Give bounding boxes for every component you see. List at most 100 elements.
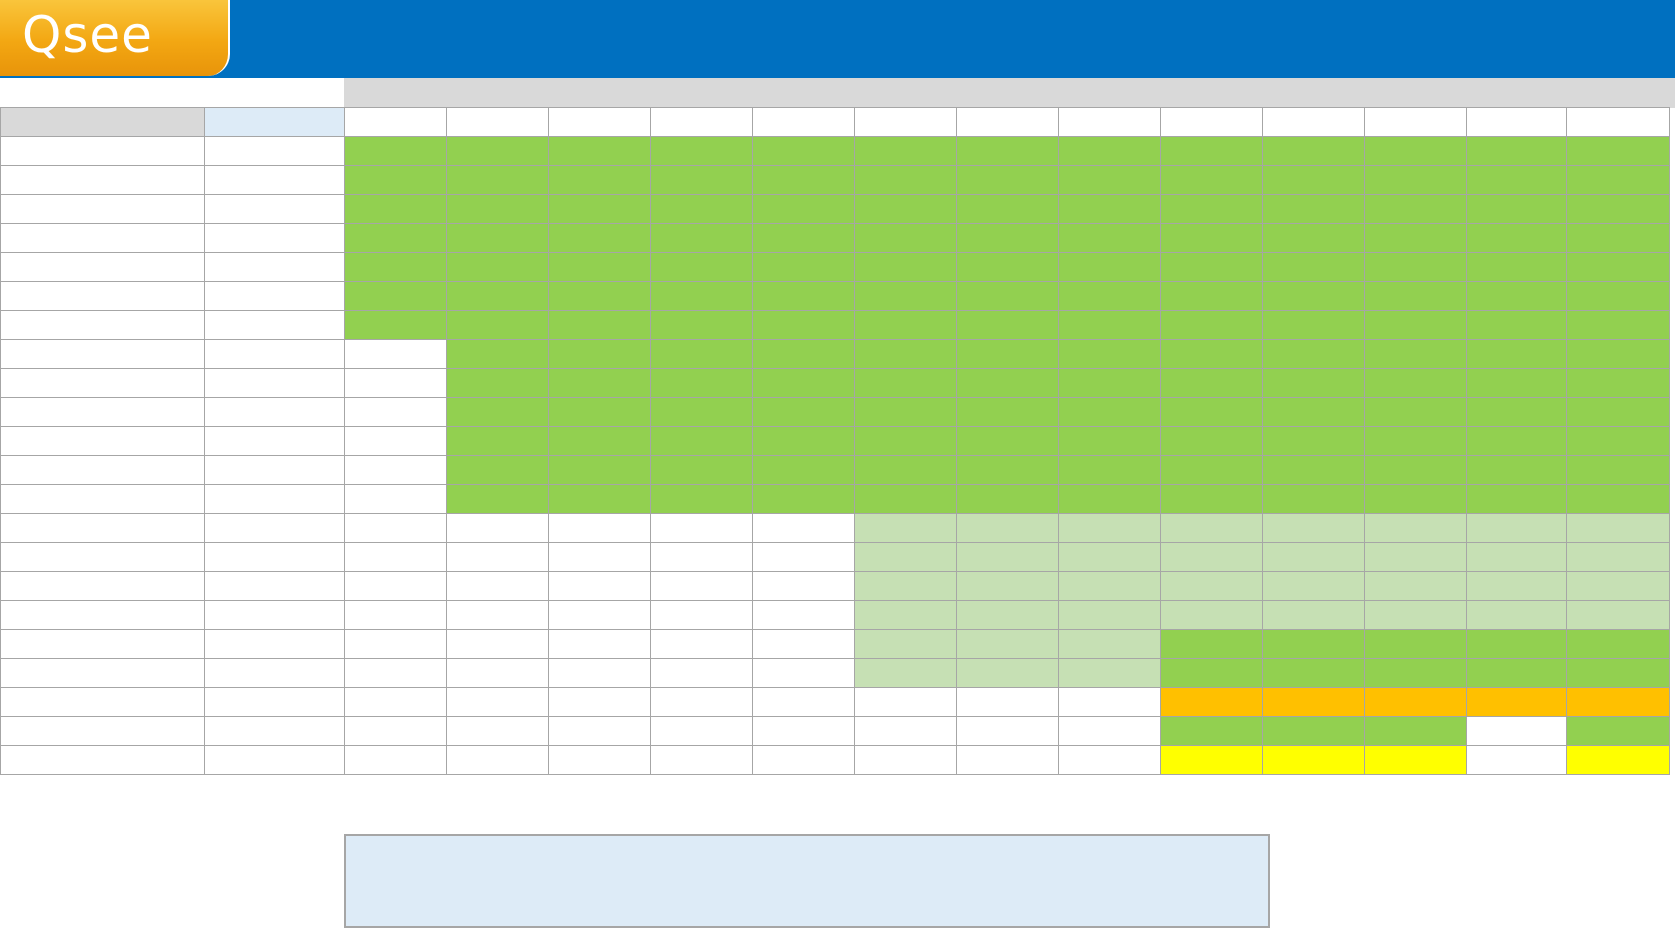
table-row — [0, 484, 1670, 514]
grid-cell — [446, 339, 549, 369]
table-row — [0, 339, 1670, 369]
grid-cell — [650, 136, 753, 166]
grid-cell — [204, 600, 345, 630]
grid-cell — [1466, 716, 1567, 746]
grid-cell — [1364, 223, 1467, 253]
grid-cell — [204, 252, 345, 282]
grid-cell — [650, 600, 753, 630]
grid-cell — [446, 310, 549, 340]
grid-cell — [1466, 223, 1567, 253]
grid-cell — [1058, 658, 1161, 688]
grid-cell — [204, 716, 345, 746]
grid-cell — [446, 397, 549, 427]
grid-cell — [1262, 223, 1365, 253]
grid-cell — [446, 687, 549, 717]
grid-cell — [1160, 107, 1263, 137]
grid-cell — [1262, 136, 1365, 166]
compatibility-grid — [0, 107, 1670, 775]
table-row — [0, 571, 1670, 601]
grid-cell — [1364, 629, 1467, 659]
grid-cell — [752, 107, 855, 137]
grid-cell — [344, 658, 447, 688]
grid-cell — [650, 745, 753, 775]
grid-cell — [1364, 745, 1467, 775]
grid-cell — [548, 745, 651, 775]
grid-cell — [1058, 426, 1161, 456]
grid-cell — [1160, 542, 1263, 572]
table-row — [0, 107, 1670, 137]
grid-cell — [854, 194, 957, 224]
grid-cell — [854, 542, 957, 572]
grid-cell — [1566, 223, 1670, 253]
grid-cell — [344, 745, 447, 775]
grid-cell — [1160, 658, 1263, 688]
table-row — [0, 165, 1670, 195]
grid-cell — [752, 484, 855, 514]
grid-cell — [548, 310, 651, 340]
grid-cell — [1364, 658, 1467, 688]
grid-cell — [1566, 136, 1670, 166]
grid-cell — [344, 339, 447, 369]
grid-cell — [1160, 455, 1263, 485]
grid-cell — [854, 513, 957, 543]
grid-cell — [1160, 484, 1263, 514]
grid-cell — [1160, 339, 1263, 369]
grid-cell — [1466, 455, 1567, 485]
table-row — [0, 629, 1670, 659]
grid-cell — [204, 165, 345, 195]
grid-cell — [956, 426, 1059, 456]
grid-cell — [1364, 397, 1467, 427]
grid-cell — [0, 542, 205, 572]
grid-cell — [446, 484, 549, 514]
grid-cell — [0, 223, 205, 253]
grid-cell — [854, 339, 957, 369]
grid-cell — [344, 136, 447, 166]
grid-cell — [752, 339, 855, 369]
grid-cell — [548, 426, 651, 456]
grid-cell — [1160, 629, 1263, 659]
grid-cell — [344, 716, 447, 746]
grid-cell — [1364, 368, 1467, 398]
grid-cell — [446, 658, 549, 688]
grid-cell — [854, 107, 957, 137]
grid-cell — [1058, 136, 1161, 166]
grid-cell — [956, 600, 1059, 630]
grid-cell — [204, 687, 345, 717]
grid-cell — [344, 368, 447, 398]
grid-cell — [1466, 745, 1567, 775]
grid-cell — [204, 513, 345, 543]
grid-cell — [446, 716, 549, 746]
grid-cell — [1466, 629, 1567, 659]
grid-cell — [752, 397, 855, 427]
grid-cell — [0, 368, 205, 398]
grid-cell — [1262, 571, 1365, 601]
grid-cell — [650, 252, 753, 282]
grid-cell — [1364, 136, 1467, 166]
grid-cell — [204, 310, 345, 340]
grid-cell — [1262, 513, 1365, 543]
grid-cell — [1466, 310, 1567, 340]
grid-cell — [204, 629, 345, 659]
grid-cell — [1566, 194, 1670, 224]
grid-cell — [650, 310, 753, 340]
grid-cell — [752, 571, 855, 601]
grid-cell — [650, 513, 753, 543]
grid-cell — [446, 368, 549, 398]
grid-cell — [1364, 310, 1467, 340]
grid-cell — [548, 223, 651, 253]
grid-cell — [956, 252, 1059, 282]
grid-cell — [446, 426, 549, 456]
grid-cell — [548, 542, 651, 572]
grid-cell — [1058, 571, 1161, 601]
grid-cell — [956, 542, 1059, 572]
grid-cell — [752, 165, 855, 195]
grid-cell — [204, 397, 345, 427]
grid-cell — [854, 571, 957, 601]
grid-cell — [1262, 397, 1365, 427]
grid-cell — [650, 571, 753, 601]
grid-cell — [1058, 716, 1161, 746]
grid-cell — [1566, 339, 1670, 369]
grid-cell — [446, 600, 549, 630]
grid-cell — [1466, 542, 1567, 572]
grid-cell — [204, 107, 345, 137]
